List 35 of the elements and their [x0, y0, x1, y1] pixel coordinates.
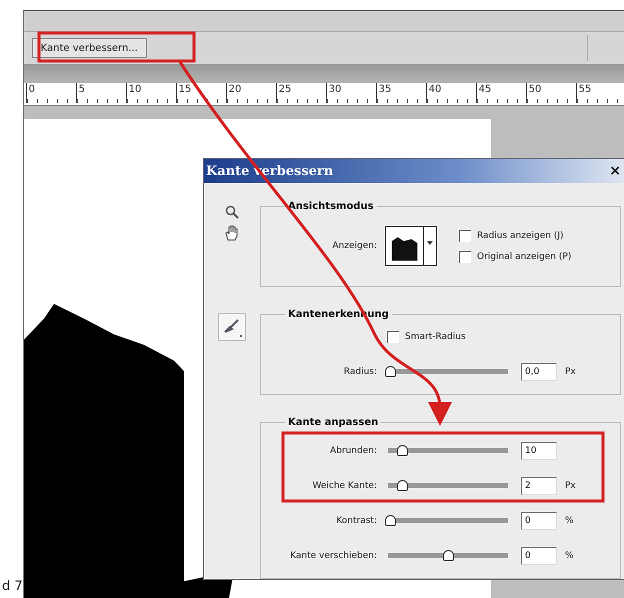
- checkbox[interactable]: [459, 230, 471, 242]
- figure-caption: d 7: [2, 579, 23, 594]
- checkbox[interactable]: [459, 250, 471, 262]
- slider-label: Abrunden:: [329, 446, 377, 456]
- group-title: Ansichtsmodus: [287, 201, 375, 212]
- unit-label: %: [565, 516, 574, 526]
- slider-label: Radius:: [342, 366, 377, 376]
- close-button[interactable]: ×: [609, 163, 621, 179]
- value-field[interactable]: 10: [521, 442, 557, 460]
- zoom-icon[interactable]: [225, 205, 239, 219]
- value-field[interactable]: 0: [521, 546, 557, 564]
- checkbox[interactable]: [387, 330, 399, 342]
- checkbox-label: Smart-Radius: [405, 332, 466, 342]
- slider-thumb[interactable]: [443, 550, 454, 560]
- slider-thumb[interactable]: [396, 444, 408, 456]
- checkbox-label: Original anzeigen (P): [477, 252, 572, 262]
- unit-label: Px: [565, 480, 576, 490]
- unit-label: %: [565, 550, 574, 560]
- view-dropdown[interactable]: [385, 226, 437, 266]
- value-field[interactable]: 0,0: [521, 362, 557, 380]
- group-title: Kante anpassen: [287, 417, 380, 428]
- value-field[interactable]: 0: [521, 512, 557, 530]
- slider-label: Weiche Kante:: [311, 480, 377, 490]
- slider-label: Kontrast:: [335, 516, 377, 526]
- refine-edge-button[interactable]: Kante verbessern...: [32, 38, 147, 58]
- slider-thumb[interactable]: [385, 366, 396, 376]
- brush-icon[interactable]: [218, 313, 246, 341]
- view-label: Anzeigen:: [331, 241, 377, 251]
- checkbox-label: Radius anzeigen (J): [477, 230, 564, 240]
- hand-icon[interactable]: [225, 225, 239, 241]
- slider-thumb[interactable]: [396, 480, 408, 490]
- slider-label: Kante verschieben:: [289, 550, 377, 560]
- value-field[interactable]: 2: [521, 476, 557, 494]
- slider-thumb[interactable]: [385, 514, 396, 526]
- unit-label: Px: [565, 366, 576, 376]
